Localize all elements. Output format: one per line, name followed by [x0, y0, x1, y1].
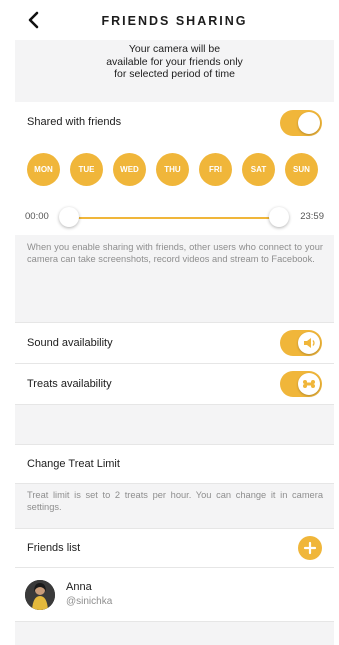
day-button-wed[interactable]: WED	[113, 153, 146, 186]
treat-limit-note: Treat limit is set to 2 treats per hour.…	[27, 490, 323, 512]
change-treat-limit-label: Change Treat Limit	[27, 458, 120, 470]
day-button-sat[interactable]: SAT	[242, 153, 275, 186]
slider-track[interactable]	[69, 217, 279, 219]
header: FRIENDS SHARING	[15, 0, 334, 40]
treats-availability-toggle[interactable]	[280, 371, 322, 397]
change-treat-limit-row[interactable]: Change Treat Limit	[15, 445, 334, 483]
avatar	[25, 580, 55, 610]
day-selector: MON TUE WED THU FRI SAT SUN	[15, 142, 334, 197]
intro-line: for selected period of time	[114, 68, 235, 80]
treats-availability-row: Treats availability	[15, 364, 334, 404]
friend-list-item[interactable]: Anna @sinichka	[15, 568, 334, 621]
friends-list-header: Friends list	[15, 529, 334, 567]
day-button-fri[interactable]: FRI	[199, 153, 232, 186]
toggle-knob	[298, 112, 320, 134]
toggle-knob	[298, 373, 320, 395]
friend-name: Anna	[66, 581, 92, 593]
shared-with-friends-toggle[interactable]	[280, 110, 322, 136]
speaker-icon	[304, 338, 315, 348]
sound-availability-row: Sound availability	[15, 323, 334, 363]
sharing-note: When you enable sharing with friends, ot…	[27, 242, 323, 264]
day-button-sun[interactable]: SUN	[285, 153, 318, 186]
toggle-knob	[298, 332, 320, 354]
add-friend-button[interactable]	[298, 536, 322, 560]
friends-list-label: Friends list	[27, 542, 81, 554]
time-range-slider: 00:00 23:59	[15, 197, 334, 235]
friends-sharing-screen: FRIENDS SHARING Your camera will be avai…	[15, 0, 334, 645]
shared-with-friends-row: Shared with friends	[15, 102, 334, 142]
intro-line: Your camera will be	[128, 43, 221, 55]
plus-icon	[303, 541, 317, 555]
divider	[15, 483, 334, 484]
day-button-mon[interactable]: MON	[27, 153, 60, 186]
end-time-handle[interactable]	[269, 207, 289, 227]
friend-handle: @sinichka	[66, 596, 113, 607]
day-button-tue[interactable]: TUE	[70, 153, 103, 186]
day-button-thu[interactable]: THU	[156, 153, 189, 186]
intro-text: Your camera will be available for your f…	[15, 40, 334, 102]
divider	[15, 404, 334, 405]
treats-availability-label: Treats availability	[27, 378, 112, 390]
end-time-label: 23:59	[300, 211, 324, 222]
intro-line: available for your friends only	[106, 55, 243, 68]
start-time-handle[interactable]	[59, 207, 79, 227]
start-time-label: 00:00	[25, 211, 49, 222]
shared-with-friends-label: Shared with friends	[27, 116, 122, 128]
divider	[15, 621, 334, 622]
bone-icon	[303, 380, 315, 388]
sound-availability-label: Sound availability	[27, 337, 113, 349]
sound-availability-toggle[interactable]	[280, 330, 322, 356]
page-title: FRIENDS SHARING	[101, 14, 248, 28]
